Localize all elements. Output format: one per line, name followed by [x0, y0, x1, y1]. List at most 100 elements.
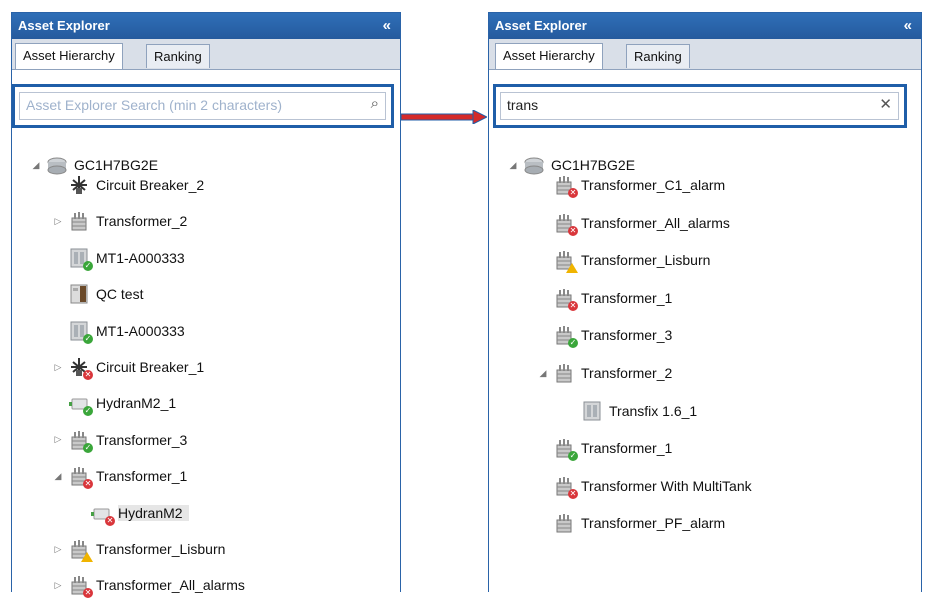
- tree-row-label: QC test: [96, 286, 144, 303]
- tree-row-label: HydranM2: [118, 504, 189, 521]
- transformer-icon: ✕: [553, 174, 578, 198]
- asset-explorer-panel-right: Asset Explorer « Asset Hierarchy Ranking…: [488, 12, 922, 592]
- tree-row-label: Circuit Breaker_2: [96, 177, 205, 193]
- search-icon[interactable]: ⌕: [371, 95, 379, 112]
- expander-icon[interactable]: ▷: [52, 544, 64, 555]
- status-error-icon: ✕: [83, 479, 93, 490]
- hydran-sensor-icon: ✕: [90, 502, 115, 526]
- tree-row-label: MT1-A000333: [96, 249, 185, 266]
- transformer-icon: [553, 512, 575, 534]
- tree-row-label: Transformer_All_alarms: [581, 214, 730, 231]
- expander-icon[interactable]: ◢: [537, 368, 549, 379]
- search-highlight-box: ✕: [493, 84, 907, 128]
- tree-row[interactable]: ✓ MT1-A000333: [52, 246, 185, 271]
- expander-icon[interactable]: ▷: [52, 580, 64, 591]
- panel-title-bar: Asset Explorer «: [489, 13, 921, 39]
- status-ok-icon: ✓: [568, 338, 578, 349]
- transformer-icon: [68, 210, 90, 232]
- tree-row[interactable]: ▷ Transformer_Lisburn: [52, 537, 225, 562]
- transformer-icon: [553, 362, 575, 384]
- tree-row[interactable]: ▷ Transformer_2: [52, 209, 187, 233]
- panel-title: Asset Explorer: [495, 18, 587, 33]
- expander-icon[interactable]: ◢: [52, 471, 64, 482]
- monitor-device-icon: [581, 400, 603, 422]
- status-warning-icon: [566, 263, 578, 274]
- tab-asset-hierarchy[interactable]: Asset Hierarchy: [495, 43, 603, 69]
- tree-row[interactable]: ✓ Transformer_3: [537, 323, 673, 349]
- expander-icon[interactable]: ◢: [507, 160, 519, 171]
- monitor-device-icon: ✓: [68, 247, 93, 271]
- status-error-icon: ✕: [83, 370, 93, 380]
- transition-arrow-icon: [401, 110, 487, 124]
- tree-row[interactable]: ✕ Transformer_C1_alarm: [537, 173, 726, 198]
- transformer-icon: ✕: [68, 465, 93, 490]
- search-input[interactable]: [20, 93, 354, 117]
- tree-row[interactable]: ✕ HydranM2: [74, 501, 189, 526]
- tree-row[interactable]: ▷ ✕ Transformer_All_alarms: [52, 573, 245, 598]
- transformer-icon: [553, 249, 578, 274]
- tree-row[interactable]: Transformer_PF_alarm: [537, 511, 725, 535]
- tree-row[interactable]: ◢ ✕ Transformer_1: [52, 464, 187, 490]
- tree-row-label: GC1H7BG2E: [551, 157, 636, 173]
- status-error-icon: ✕: [83, 588, 93, 598]
- tree-row[interactable]: ▷ ✕ Circuit Breaker_1: [52, 355, 204, 380]
- status-warning-icon: [81, 552, 93, 562]
- tree-row[interactable]: ✓ MT1-A000333: [52, 319, 185, 344]
- tree-row[interactable]: ▷ ✓ Transformer_3: [52, 428, 188, 453]
- tree-row-label: Transformer With MultiTank: [581, 477, 752, 494]
- tree-row[interactable]: QC test: [52, 282, 143, 306]
- tree-row[interactable]: ✓ HydranM2_1: [52, 391, 177, 417]
- tree-row[interactable]: Transformer_Lisburn: [537, 248, 711, 274]
- tree-row-label: Transformer_Lisburn: [581, 252, 711, 269]
- transformer-icon: ✕: [553, 287, 578, 311]
- expander-icon[interactable]: ◢: [30, 160, 42, 171]
- tree-row-label: Transformer_1: [581, 440, 673, 457]
- tab-strip: Asset Hierarchy Ranking: [489, 39, 921, 70]
- tree-row[interactable]: ◢ Transformer_2: [537, 361, 672, 385]
- search-input[interactable]: [501, 93, 863, 117]
- collapse-icon[interactable]: «: [383, 13, 391, 39]
- tree-row[interactable]: ✕ Transformer_1: [537, 286, 673, 311]
- tree-row[interactable]: ✕ Transformer With MultiTank: [537, 474, 752, 499]
- tree-row-label: MT1-A000333: [96, 322, 185, 339]
- asset-explorer-panel-left: Asset Explorer « Asset Hierarchy Ranking…: [11, 12, 401, 598]
- circuit-breaker-icon: ✕: [68, 356, 93, 380]
- tree-row[interactable]: ✕ Transformer_All_alarms: [537, 211, 730, 236]
- expander-icon[interactable]: ▷: [52, 216, 64, 227]
- transformer-icon: ✕: [553, 212, 578, 236]
- tree-row-label: Transformer_3: [96, 431, 188, 448]
- transformer-icon: [68, 538, 93, 562]
- expander-icon[interactable]: ▷: [52, 434, 64, 445]
- status-error-icon: ✕: [568, 225, 578, 236]
- collapse-icon[interactable]: «: [904, 13, 912, 39]
- search-field: ✕: [500, 92, 899, 120]
- transformer-icon: ✓: [68, 429, 93, 453]
- clear-icon[interactable]: ✕: [879, 95, 892, 113]
- status-error-icon: ✕: [568, 188, 578, 198]
- tree-row-label: Transformer_2: [581, 365, 673, 381]
- tree-row-label: Transformer_2: [96, 213, 188, 230]
- status-ok-icon: ✓: [83, 260, 93, 271]
- tree-row-label: Transformer_3: [581, 327, 673, 344]
- search-highlight-box: ⌕: [12, 84, 394, 128]
- tree-row-label: Transformer_1: [581, 289, 673, 306]
- circuit-breaker-icon: [68, 174, 90, 196]
- tree-row[interactable]: ✓ Transformer_1: [537, 436, 673, 462]
- status-ok-icon: ✓: [568, 451, 578, 462]
- tab-asset-hierarchy[interactable]: Asset Hierarchy: [15, 43, 123, 69]
- search-field: ⌕: [19, 92, 386, 120]
- transformer-icon: ✕: [68, 574, 93, 598]
- panel-title: Asset Explorer: [18, 18, 110, 33]
- tree-row-label: Transformer_C1_alarm: [581, 177, 726, 193]
- hydran-sensor-icon: ✓: [68, 392, 93, 417]
- transformer-icon: ✓: [553, 437, 578, 462]
- monitor-device-icon: ✓: [68, 320, 93, 344]
- tab-ranking[interactable]: Ranking: [626, 44, 690, 68]
- expander-icon[interactable]: ▷: [52, 362, 64, 373]
- status-ok-icon: ✓: [83, 442, 93, 453]
- panel-title-bar: Asset Explorer «: [12, 13, 400, 39]
- tree-row[interactable]: Transfix 1.6_1: [565, 399, 697, 423]
- tree-row[interactable]: Circuit Breaker_2: [52, 173, 204, 197]
- tab-ranking[interactable]: Ranking: [146, 44, 210, 68]
- tree-row-label: HydranM2_1: [96, 395, 177, 412]
